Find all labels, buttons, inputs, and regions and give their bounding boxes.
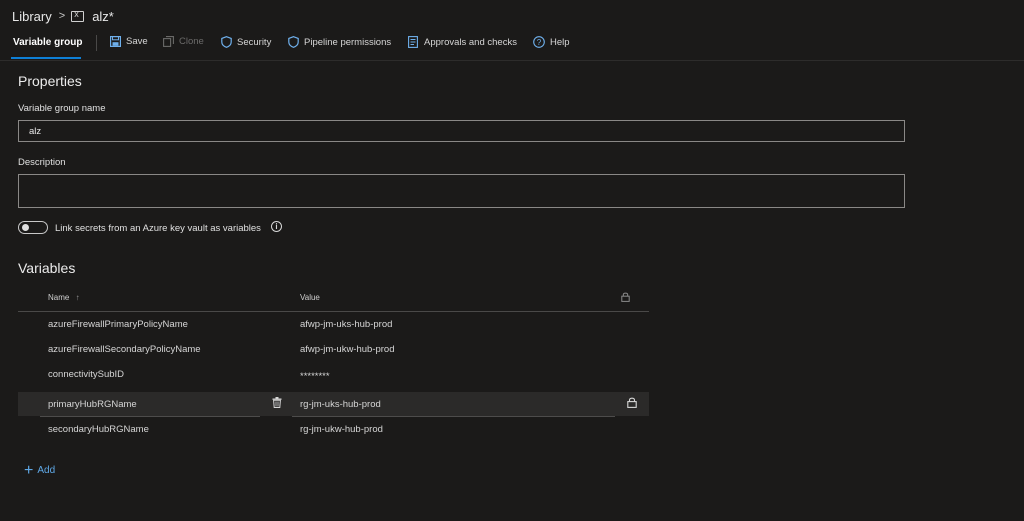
lock-icon[interactable]: [627, 397, 637, 408]
column-header-value: Value: [300, 293, 320, 302]
table-row-value-input[interactable]: rg-jm-uks-hub-prod: [300, 399, 381, 410]
column-header-name[interactable]: Name ↑: [48, 293, 80, 302]
save-button[interactable]: Save: [110, 36, 148, 47]
breadcrumb-library-link[interactable]: Library: [12, 9, 52, 24]
shield-icon: [221, 36, 232, 48]
help-label: Help: [550, 36, 570, 48]
help-icon: ?: [533, 36, 545, 48]
add-label: Add: [37, 465, 56, 476]
table-row-value[interactable]: rg-jm-ukw-hub-prod: [300, 424, 383, 435]
description-label: Description: [18, 157, 66, 168]
shield-icon: [288, 36, 299, 48]
clone-icon: [163, 36, 174, 47]
toolbar-divider: [96, 35, 97, 51]
table-row-name[interactable]: secondaryHubRGName: [48, 424, 149, 435]
toolbar: Variable group Save Clone Security Pipel…: [0, 32, 1024, 61]
name-input-underline: [40, 416, 260, 417]
pipeline-permissions-button[interactable]: Pipeline permissions: [288, 36, 391, 48]
value-input-underline: [292, 416, 615, 417]
column-header-name-label: Name: [48, 293, 70, 302]
variable-group-icon: [71, 9, 85, 22]
table-row-name[interactable]: azureFirewallPrimaryPolicyName: [48, 319, 188, 330]
save-label: Save: [126, 36, 148, 47]
table-row-value[interactable]: afwp-jm-ukw-hub-prod: [300, 344, 395, 355]
checklist-icon: [408, 36, 418, 48]
lock-column-icon: [621, 292, 630, 302]
info-icon[interactable]: i: [271, 221, 282, 232]
description-input[interactable]: [18, 174, 905, 208]
approvals-checks-button[interactable]: Approvals and checks: [408, 36, 517, 48]
clone-button[interactable]: Clone: [163, 36, 204, 47]
table-header-divider: [18, 311, 649, 312]
page-title: alz*: [92, 8, 114, 24]
breadcrumb-separator: >: [58, 10, 66, 22]
save-icon: [110, 36, 121, 47]
delete-icon[interactable]: [272, 397, 282, 408]
table-row-value[interactable]: ********: [300, 371, 330, 382]
security-button[interactable]: Security: [221, 36, 271, 48]
sort-ascending-icon: ↑: [75, 293, 80, 302]
active-tab-indicator: [11, 57, 81, 59]
pipeline-permissions-label: Pipeline permissions: [304, 36, 392, 48]
plus-icon: +: [24, 461, 34, 479]
clone-label: Clone: [179, 36, 204, 47]
table-row-value[interactable]: afwp-jm-uks-hub-prod: [300, 319, 392, 330]
breadcrumb: Library > alz*: [12, 8, 114, 24]
link-secrets-toggle[interactable]: [18, 221, 48, 234]
security-label: Security: [237, 36, 272, 48]
link-secrets-label: Link secrets from an Azure key vault as …: [55, 223, 261, 234]
variable-group-name-label: Variable group name: [18, 103, 106, 114]
table-row-name-input[interactable]: primaryHubRGName: [48, 399, 137, 410]
table-row-name[interactable]: azureFirewallSecondaryPolicyName: [48, 344, 201, 355]
toggle-knob: [22, 224, 29, 231]
tab-variable-group[interactable]: Variable group: [13, 37, 82, 48]
variable-group-name-input[interactable]: alz: [18, 120, 905, 142]
add-variable-button[interactable]: + Add: [24, 461, 56, 479]
table-row-name[interactable]: connectivitySubID: [48, 369, 124, 380]
properties-heading: Properties: [18, 73, 82, 89]
approvals-checks-label: Approvals and checks: [424, 36, 517, 48]
help-button[interactable]: ? Help: [533, 36, 570, 48]
svg-text:?: ?: [537, 38, 542, 47]
variables-heading: Variables: [18, 260, 76, 276]
